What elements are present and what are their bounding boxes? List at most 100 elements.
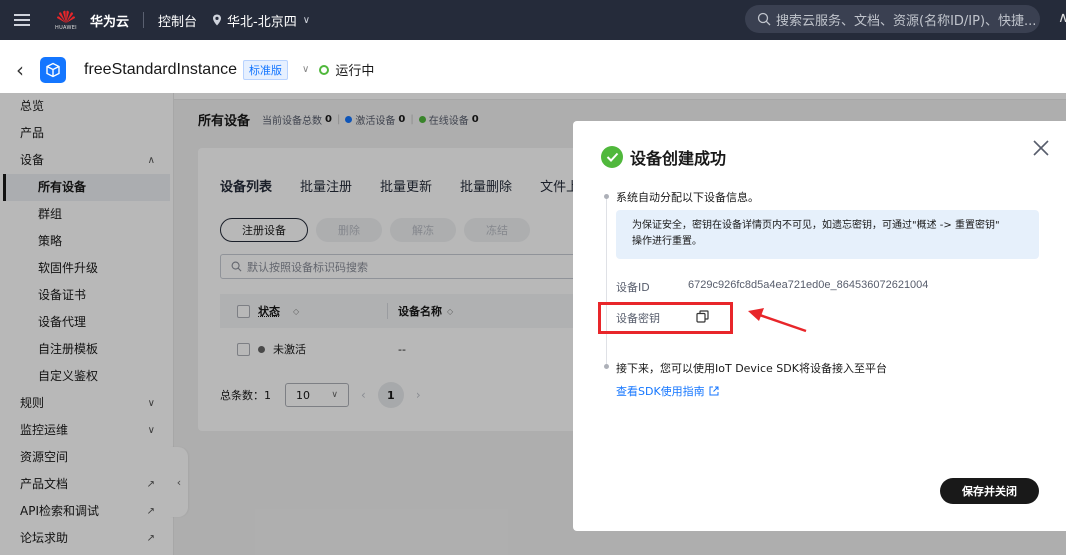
sidebar-item-device-certificates[interactable]: 设备证书 (0, 282, 173, 309)
page-title-bar: 所有设备 当前设备总数 0 | 激活设备 0 | 在线设备 0 (198, 110, 479, 129)
chevron-down-icon: ∨ (331, 390, 338, 400)
device-tabs: 设备列表 批量注册 批量更新 批量删除 文件上 (220, 176, 579, 195)
step-timeline (606, 197, 607, 367)
column-device-name[interactable]: 设备名称 (398, 303, 442, 319)
status-label: 运行中 (335, 64, 375, 79)
step-sdk: 接下来，您可以使用IoT Device SDK将设备接入至平台 (616, 362, 887, 375)
location-pin-icon (213, 14, 222, 26)
freeze-button[interactable]: 冻结 (464, 218, 530, 242)
close-icon[interactable] (1031, 138, 1051, 158)
sidebar-item-all-devices[interactable]: 所有设备 (3, 174, 170, 201)
table-row: 未激活 -- (220, 332, 598, 366)
huawei-logo[interactable]: HUAWEI (52, 6, 80, 34)
search-icon (757, 12, 771, 26)
sidebar-item-products[interactable]: 产品 (0, 120, 173, 147)
brand-name[interactable]: 华为云 (90, 11, 129, 30)
chevron-down-icon: ∨ (147, 425, 155, 436)
total-count: 1 (264, 388, 271, 402)
prev-page-icon[interactable]: ‹ (361, 388, 366, 402)
sidebar-item-custom-auth[interactable]: 自定义鉴权 (0, 363, 173, 390)
sidebar-item-device-proxy[interactable]: 设备代理 (0, 309, 173, 336)
search-placeholder: 默认按照设备标识码搜索 (247, 260, 368, 274)
tab-batch-register[interactable]: 批量注册 (300, 176, 352, 195)
delete-button[interactable]: 删除 (316, 218, 382, 242)
page-size-select[interactable]: 10 ∨ (285, 383, 349, 407)
device-created-dialog: 设备创建成功 系统自动分配以下设备信息。 为保证安全，密钥在设备详情页内不可见，… (573, 121, 1066, 531)
search-placeholder: 搜索云服务、文档、资源(名称ID/IP)、快捷... (776, 13, 1037, 29)
sidebar-item-policies[interactable]: 策略 (0, 228, 173, 255)
edition-badge: 标准版 (243, 59, 288, 80)
step-auto-assign: 系统自动分配以下设备信息。 (616, 191, 759, 204)
sidebar-item-monitoring[interactable]: 监控运维 ∨ (0, 417, 173, 444)
status-dot-icon (319, 64, 330, 75)
sidebar-collapse-chevron-icon[interactable]: ‹ (170, 447, 188, 517)
device-search-input[interactable]: 默认按照设备标识码搜索 (220, 254, 580, 279)
sort-icon[interactable]: ◇ (293, 307, 299, 316)
divider (143, 12, 145, 28)
logo-text: HUAWEI (55, 24, 77, 31)
action-buttons: 注册设备 删除 解冻 冻结 (220, 218, 530, 242)
sidebar-item-firmware-upgrade[interactable]: 软固件升级 (0, 255, 173, 282)
iotda-instance-icon (40, 56, 66, 83)
external-link-icon (709, 386, 719, 396)
sidebar-item-devices[interactable]: 设备 ∧ (0, 147, 173, 174)
back-arrow-icon[interactable]: ‹ (0, 58, 40, 82)
sidebar-item-product-docs[interactable]: 产品文档 ↗ (0, 471, 173, 498)
step-dot-icon (604, 364, 609, 369)
hamburger-menu-icon[interactable] (0, 0, 44, 40)
sidebar: 总览 产品 设备 ∧ 所有设备 群组 策略 软固件升级 设备证书 设备代理 自注册… (0, 93, 174, 555)
region-selector[interactable]: 华北-北京四 ∨ (211, 11, 310, 30)
page-title: 所有设备 (198, 114, 251, 129)
online-dot-icon (418, 116, 426, 123)
select-all-checkbox[interactable] (237, 304, 250, 318)
register-device-button[interactable]: 注册设备 (220, 218, 308, 242)
instance-status: 运行中 (319, 60, 374, 79)
row-checkbox[interactable] (237, 342, 250, 356)
search-icon (231, 261, 242, 272)
table-header: 状态 ◇ 设备名称 ◇ (220, 294, 598, 328)
active-dot-icon (345, 116, 353, 123)
sidebar-item-groups[interactable]: 群组 (0, 201, 173, 228)
unfreeze-button[interactable]: 解冻 (390, 218, 456, 242)
next-page-icon[interactable]: › (416, 388, 421, 402)
row-status: 未激活 (273, 343, 306, 356)
sidebar-item-self-registration[interactable]: 自注册模板 (0, 336, 173, 363)
chevron-down-icon: ∨ (147, 398, 155, 409)
console-link[interactable]: 控制台 (158, 11, 197, 30)
sidebar-item-forum[interactable]: 论坛求助 ↗ (0, 525, 173, 552)
security-notice: 为保证安全，密钥在设备详情页内不可见，如遗忘密钥，可通过"概述 -> 重置密钥"… (616, 210, 1039, 259)
page-number[interactable]: 1 (377, 382, 404, 408)
dialog-title: 设备创建成功 (601, 145, 726, 169)
chevron-up-icon: ∧ (147, 155, 155, 166)
tab-batch-update[interactable]: 批量更新 (380, 176, 432, 195)
instance-header: ‹ freeStandardInstance 标准版 ∨ 运行中 (0, 40, 1066, 100)
instance-name: freeStandardInstance (84, 60, 237, 78)
more-icon[interactable]: ∧ (1058, 10, 1066, 26)
external-link-icon: ↗ (146, 533, 155, 544)
instance-switch-chevron-icon[interactable]: ∨ (302, 64, 309, 75)
device-id-label: 设备ID (616, 281, 650, 294)
tab-device-list[interactable]: 设备列表 (220, 176, 272, 195)
sidebar-item-overview[interactable]: 总览 (0, 93, 173, 120)
device-list-card: 设备列表 批量注册 批量更新 批量删除 文件上 注册设备 删除 解冻 冻结 默认… (198, 148, 598, 431)
sidebar-item-api-explorer[interactable]: API检索和调试 ↗ (0, 498, 173, 525)
sort-icon[interactable]: ◇ (447, 307, 453, 316)
status-dot-icon (258, 345, 265, 353)
global-search-input[interactable]: 搜索云服务、文档、资源(名称ID/IP)、快捷... (745, 5, 1040, 33)
step-dot-icon (604, 194, 609, 199)
sidebar-item-resource-space[interactable]: 资源空间 (0, 444, 173, 471)
sdk-guide-link[interactable]: 查看SDK使用指南 (616, 383, 719, 399)
region-label: 华北-北京四 (227, 14, 297, 30)
column-status[interactable]: 状态 (258, 303, 280, 319)
row-device-name: -- (398, 342, 406, 356)
external-link-icon: ↗ (146, 479, 155, 490)
tab-batch-delete[interactable]: 批量删除 (460, 176, 512, 195)
success-check-icon (601, 146, 623, 168)
top-bar: HUAWEI 华为云 控制台 华北-北京四 ∨ 搜索云服务、文档、资源(名称ID… (0, 0, 1066, 40)
save-and-close-button[interactable]: 保存并关闭 (940, 478, 1039, 504)
annotation-arrow-icon (748, 308, 807, 333)
sidebar-item-rules[interactable]: 规则 ∨ (0, 390, 173, 417)
device-id-value: 6729c926fc8d5a4ea721ed0e_864536072621004 (688, 279, 929, 291)
pagination: 总条数： 1 10 ∨ ‹ 1 › (220, 382, 433, 408)
huawei-petal-icon (57, 10, 75, 23)
